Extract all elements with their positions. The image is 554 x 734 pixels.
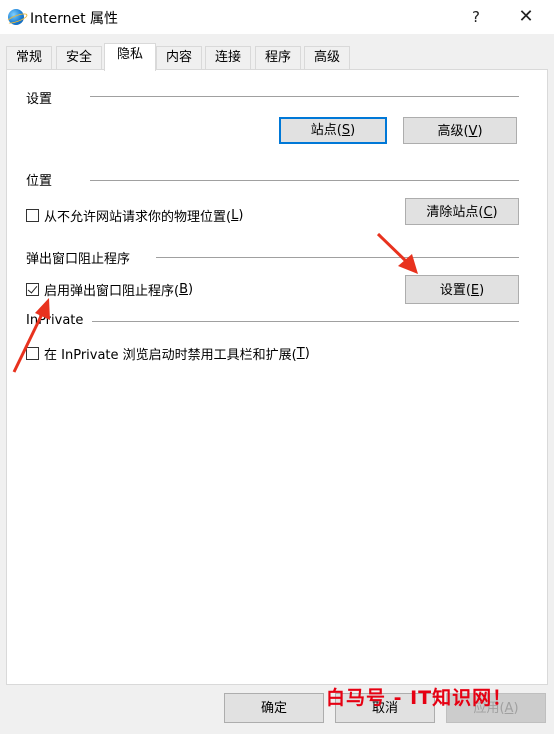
advanced-button[interactable]: 高级(V) bbox=[403, 117, 517, 144]
clear-sites-button[interactable]: 清除站点(C) bbox=[405, 198, 519, 225]
help-button[interactable]: ? bbox=[456, 4, 496, 30]
watermark: 白马号 - IT知识网！ bbox=[326, 687, 513, 709]
tab-programs[interactable]: 程序 bbox=[255, 46, 301, 69]
inprivate-divider bbox=[92, 321, 519, 322]
inprivate-section-label: InPrivate bbox=[26, 313, 84, 328]
location-section-label: 位置 bbox=[26, 174, 53, 189]
window-title: Internet 属性 bbox=[30, 11, 119, 27]
popup-blocker-section-label: 弹出窗口阻止程序 bbox=[26, 252, 131, 267]
sites-button[interactable]: 站点(S) bbox=[279, 117, 387, 144]
ok-button[interactable]: 确定 bbox=[224, 693, 324, 723]
tab-connections[interactable]: 连接 bbox=[205, 46, 251, 69]
tab-content[interactable]: 内容 bbox=[156, 46, 202, 69]
privacy-panel bbox=[6, 69, 548, 685]
checkbox-box[interactable] bbox=[26, 209, 39, 222]
checkbox-box[interactable] bbox=[26, 347, 39, 360]
tab-privacy[interactable]: 隐私 bbox=[104, 43, 156, 71]
location-divider bbox=[90, 180, 519, 181]
popup-divider bbox=[156, 257, 519, 258]
internet-explorer-icon bbox=[8, 9, 24, 25]
tab-advanced[interactable]: 高级 bbox=[304, 46, 350, 69]
tab-general[interactable]: 常规 bbox=[6, 46, 52, 69]
checkbox-box-checked[interactable] bbox=[26, 283, 39, 296]
title-bar: Internet 属性 ? ✕ bbox=[0, 0, 554, 34]
inprivate-disable-toolbars-checkbox[interactable]: 在 InPrivate 浏览启动时禁用工具栏和扩展(T) bbox=[26, 344, 310, 363]
tab-security[interactable]: 安全 bbox=[56, 46, 102, 69]
close-button[interactable]: ✕ bbox=[506, 4, 546, 30]
popup-settings-button[interactable]: 设置(E) bbox=[405, 275, 519, 304]
settings-section-label: 设置 bbox=[26, 92, 53, 107]
settings-divider bbox=[90, 96, 519, 97]
never-allow-location-checkbox[interactable]: 从不允许网站请求你的物理位置(L) bbox=[26, 206, 243, 225]
enable-popup-blocker-checkbox[interactable]: 启用弹出窗口阻止程序(B) bbox=[26, 280, 193, 299]
